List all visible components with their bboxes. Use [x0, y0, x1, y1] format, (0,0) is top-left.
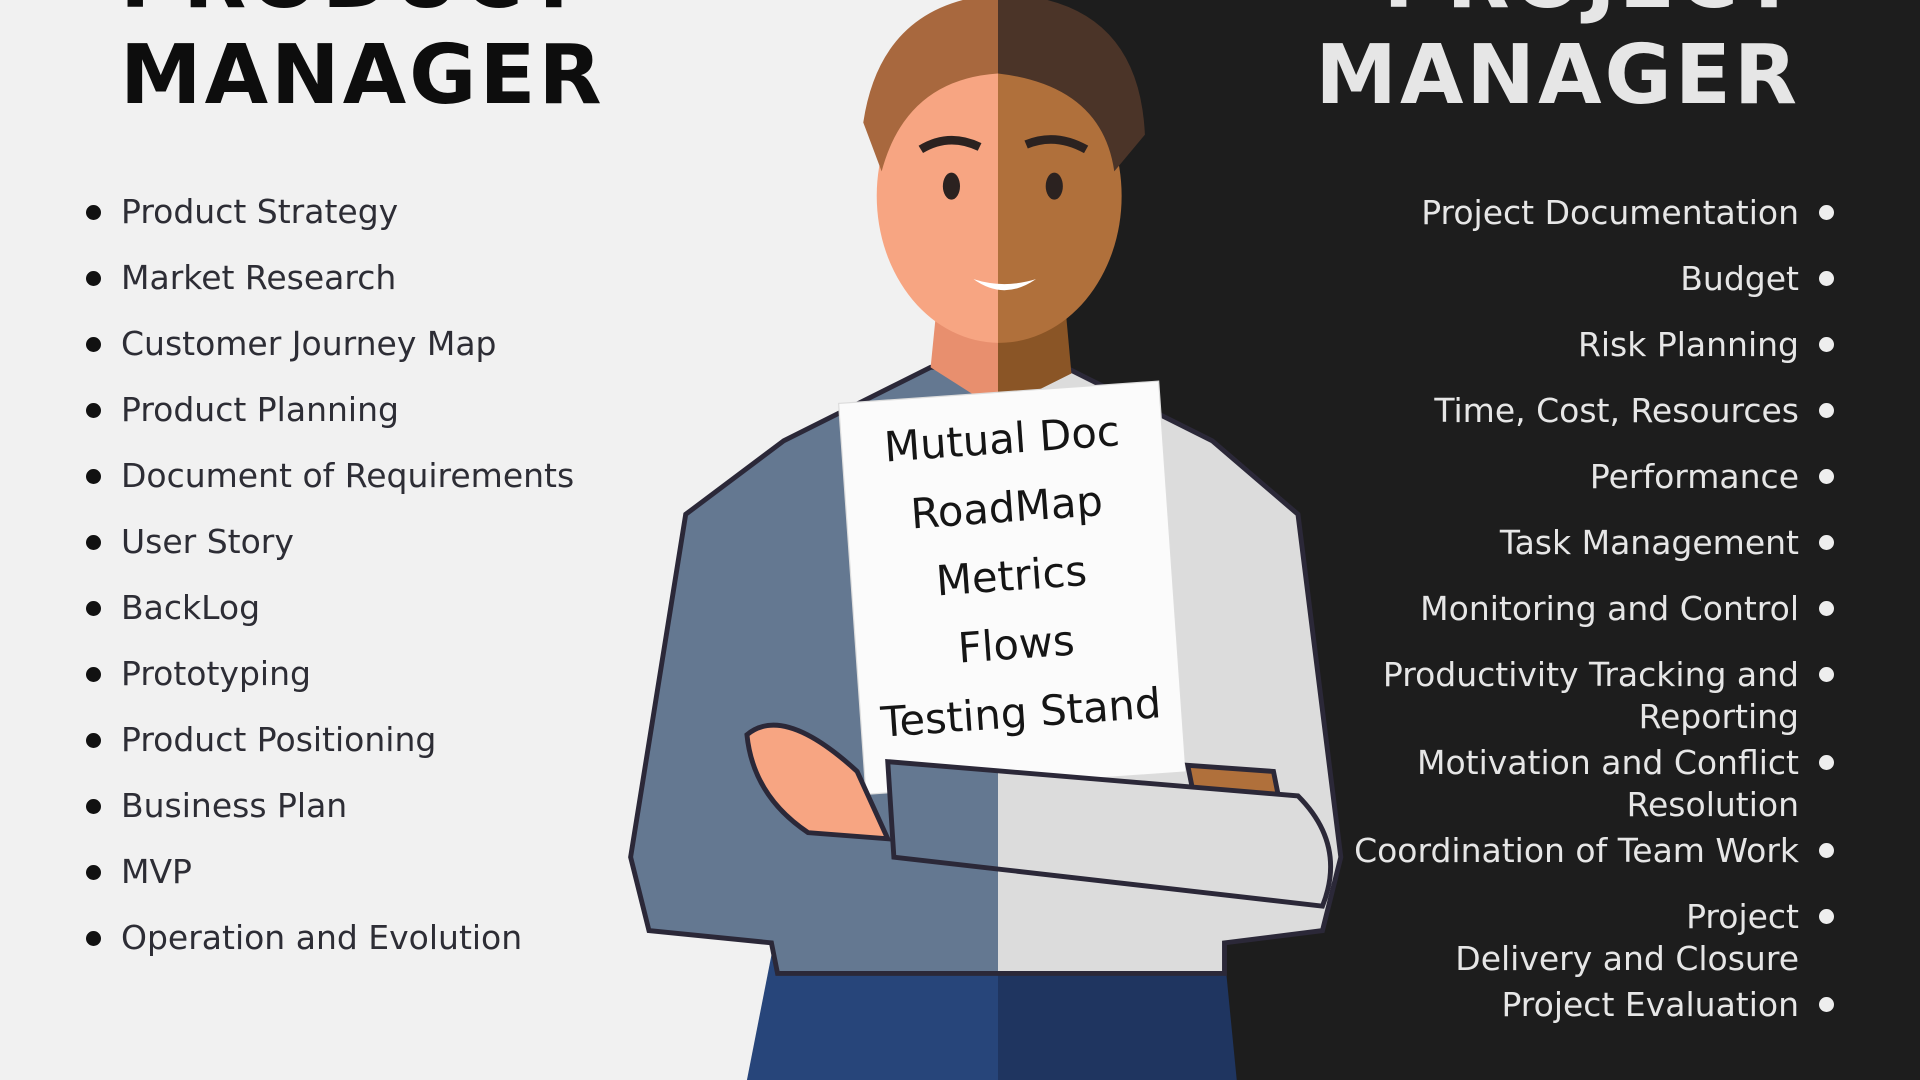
person-illustration: Mutual Doc RoadMap Metrics Flows Testing… [628, 0, 1344, 1080]
document-line: Flows [956, 616, 1076, 673]
mutual-document-paper: Mutual Doc RoadMap Metrics Flows Testing… [837, 380, 1187, 796]
face [863, 0, 1145, 343]
